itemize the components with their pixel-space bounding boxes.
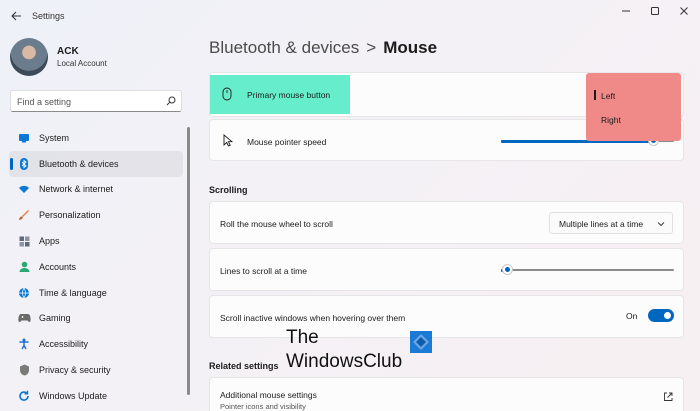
inactive-scroll-state: On: [626, 311, 638, 321]
sidebar-item-system[interactable]: System: [9, 125, 183, 151]
dropdown-option-right[interactable]: Right: [601, 115, 621, 125]
roll-wheel-select[interactable]: Multiple lines at a time: [549, 212, 673, 234]
open-external-icon[interactable]: [663, 392, 673, 402]
sidebar-item-time-language[interactable]: Time & language: [9, 280, 183, 306]
inactive-scroll-toggle[interactable]: [648, 309, 674, 322]
sidebar-item-windows-update[interactable]: Windows Update: [9, 383, 183, 409]
sidebar-item-label: Bluetooth & devices: [39, 158, 119, 169]
sidebar-item-network[interactable]: Network & internet: [9, 177, 183, 203]
primary-button-dropdown: Left Right: [586, 73, 681, 141]
sidebar-item-gaming[interactable]: Gaming: [9, 306, 183, 332]
chevron-down-icon: [657, 222, 665, 227]
close-icon: [680, 7, 688, 15]
minimize-icon: [622, 10, 630, 12]
gamepad-icon: [17, 314, 31, 323]
sidebar-item-accessibility[interactable]: Accessibility: [9, 331, 183, 357]
refresh-icon: [19, 390, 29, 401]
back-button[interactable]: [6, 6, 26, 26]
apps-grid-icon: [19, 236, 29, 247]
search-icon[interactable]: [166, 96, 176, 106]
dropdown-selected-indicator: [594, 90, 596, 100]
page-title: Mouse: [383, 38, 438, 57]
brush-icon: [19, 210, 29, 221]
person-icon: [19, 262, 29, 273]
mouse-icon: [222, 87, 232, 101]
search-box[interactable]: [10, 90, 182, 112]
sidebar-scrollbar[interactable]: [187, 127, 190, 395]
roll-wheel-value: Multiple lines at a time: [559, 219, 644, 229]
sidebar-item-label: Personalization: [39, 210, 101, 221]
profile-name: ACK: [57, 46, 79, 57]
toggle-knob: [664, 312, 671, 319]
sidebar-item-label: Network & internet: [39, 184, 114, 195]
sidebar-item-accounts[interactable]: Accounts: [9, 254, 183, 280]
watermark-logo: [410, 331, 432, 353]
watermark-line1: The: [286, 327, 319, 348]
dropdown-option-left[interactable]: Left: [601, 91, 615, 101]
sidebar-item-label: Accessibility: [39, 339, 89, 350]
wifi-icon: [19, 186, 29, 194]
sidebar-item-label: Gaming: [39, 313, 71, 324]
breadcrumb-parent[interactable]: Bluetooth & devices: [209, 38, 359, 57]
profile-account-type: Local Account: [57, 59, 107, 68]
sidebar-item-label: Accounts: [39, 261, 77, 272]
primary-button-label: Primary mouse button: [247, 90, 331, 100]
close-button[interactable]: [674, 4, 694, 18]
roll-wheel-label: Roll the mouse wheel to scroll: [220, 219, 333, 229]
arrow-left-icon: [10, 11, 21, 21]
pointer-speed-label: Mouse pointer speed: [247, 137, 327, 147]
sidebar-item-personalization[interactable]: Personalization: [9, 202, 183, 228]
additional-mouse-settings-sublabel: Pointer icons and visibility: [220, 402, 306, 411]
sidebar-item-label: Apps: [39, 236, 60, 247]
avatar[interactable]: [10, 38, 48, 76]
sidebar-item-privacy-security[interactable]: Privacy & security: [9, 357, 183, 383]
globe-clock-icon: [19, 287, 29, 298]
breadcrumb: Bluetooth & devices > Mouse: [209, 38, 437, 58]
shield-icon: [19, 364, 29, 376]
maximize-button[interactable]: [645, 4, 665, 18]
section-title-related: Related settings: [209, 361, 279, 371]
sidebar-item-label: Privacy & security: [39, 365, 111, 376]
watermark-line2: WindowsClub: [286, 351, 403, 372]
search-input[interactable]: [17, 95, 165, 108]
bluetooth-icon: [20, 157, 28, 170]
inactive-scroll-label: Scroll inactive windows when hovering ov…: [220, 313, 406, 323]
sidebar-item-bluetooth-devices[interactable]: Bluetooth & devices: [9, 150, 183, 177]
lines-to-scroll-label: Lines to scroll at a time: [220, 266, 307, 276]
additional-mouse-settings-label: Additional mouse settings: [220, 390, 317, 400]
maximize-icon: [651, 7, 659, 15]
sidebar-item-apps[interactable]: Apps: [9, 228, 183, 254]
breadcrumb-separator: >: [366, 38, 377, 57]
pointer-icon: [223, 134, 233, 147]
sidebar-nav: System Bluetooth & devices Network & int…: [9, 125, 183, 409]
sidebar-item-label: System: [39, 132, 70, 143]
windows-logo-icon: [413, 334, 429, 350]
app-title: Settings: [32, 11, 65, 21]
accessibility-icon: [19, 338, 29, 350]
minimize-button[interactable]: [616, 4, 636, 18]
watermark: The WindowsClub: [286, 327, 436, 377]
sidebar-item-label: Time & language: [39, 287, 107, 298]
monitor-icon: [19, 133, 29, 143]
section-title-scrolling: Scrolling: [209, 185, 248, 195]
sidebar-item-label: Windows Update: [39, 390, 108, 401]
title-bar: Settings: [0, 0, 700, 32]
lines-to-scroll-track[interactable]: [501, 269, 674, 271]
